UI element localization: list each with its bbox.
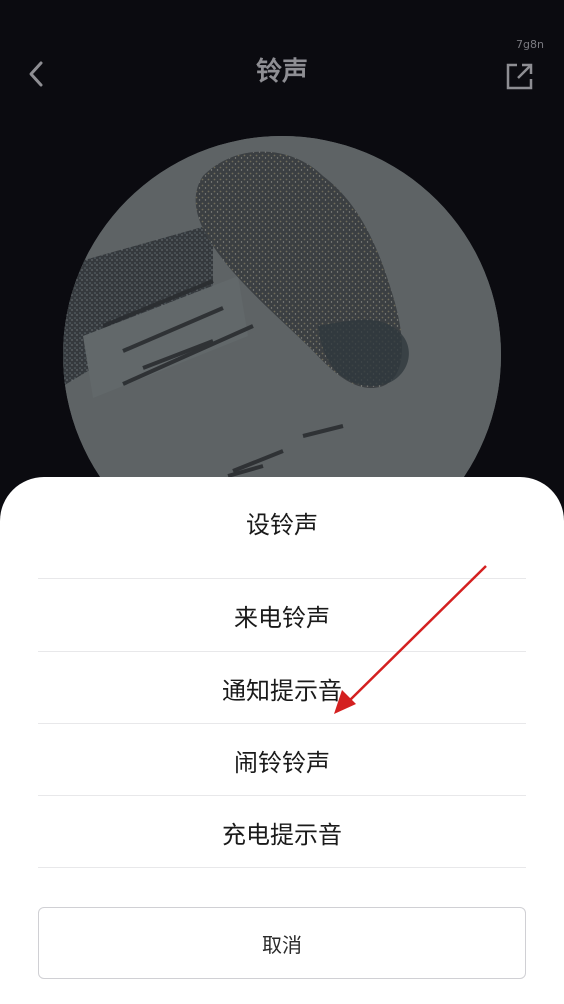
- share-external-icon: [506, 63, 533, 90]
- option-incoming-call-ringtone[interactable]: 来电铃声: [38, 579, 526, 651]
- divider: [38, 867, 526, 868]
- cancel-button[interactable]: 取消: [38, 907, 526, 979]
- ringtone-screen: 铃声 7g8n 设铃声 来电铃声 通知提示音 闹铃铃声 充电提示音 取消: [0, 0, 564, 1004]
- page-title: 铃声: [255, 57, 308, 87]
- option-charging-sound[interactable]: 充电提示音: [38, 796, 526, 868]
- sheet-title: 设铃声: [246, 511, 318, 539]
- corner-tag: 7g8n: [516, 38, 544, 51]
- option-alarm-ringtone[interactable]: 闹铃铃声: [38, 724, 526, 796]
- ringtone-action-sheet: 设铃声 来电铃声 通知提示音 闹铃铃声 充电提示音 取消: [0, 477, 564, 1004]
- header: 铃声 7g8n: [0, 0, 564, 150]
- share-button[interactable]: [502, 58, 538, 94]
- option-notification-sound[interactable]: 通知提示音: [38, 652, 526, 724]
